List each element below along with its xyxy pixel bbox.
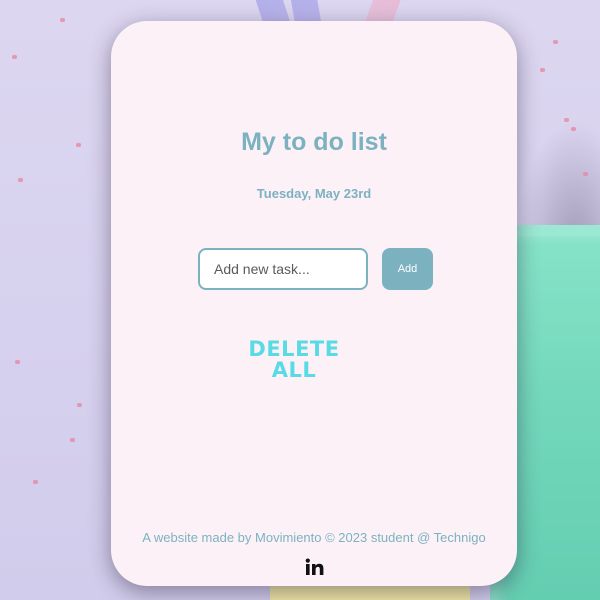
background-speck [33, 480, 38, 484]
page-title: My to do list [241, 128, 387, 156]
background-speck [70, 438, 75, 442]
new-task-input[interactable] [198, 248, 368, 290]
delete-all-button[interactable]: DELETE ALL [241, 339, 347, 381]
add-task-button[interactable]: Add [382, 248, 433, 290]
linkedin-icon-glyph [305, 558, 324, 575]
background-speck [553, 40, 558, 44]
footer-credit: A website made by Movimiento © 2023 stud… [142, 530, 486, 545]
background-yellow-object [270, 585, 470, 600]
background-speck [60, 18, 65, 22]
background-speck [583, 172, 588, 176]
background-speck [15, 360, 20, 364]
background-speck [564, 118, 569, 122]
background-speck [540, 68, 545, 72]
background-speck [18, 178, 23, 182]
background-speck [77, 403, 82, 407]
background-speck [12, 55, 17, 59]
background-speck [571, 127, 576, 131]
background-speck [76, 143, 81, 147]
linkedin-icon[interactable] [304, 558, 326, 576]
todo-card: My to do list Tuesday, May 23rd Add DELE… [111, 21, 517, 586]
current-date: Tuesday, May 23rd [256, 186, 372, 201]
